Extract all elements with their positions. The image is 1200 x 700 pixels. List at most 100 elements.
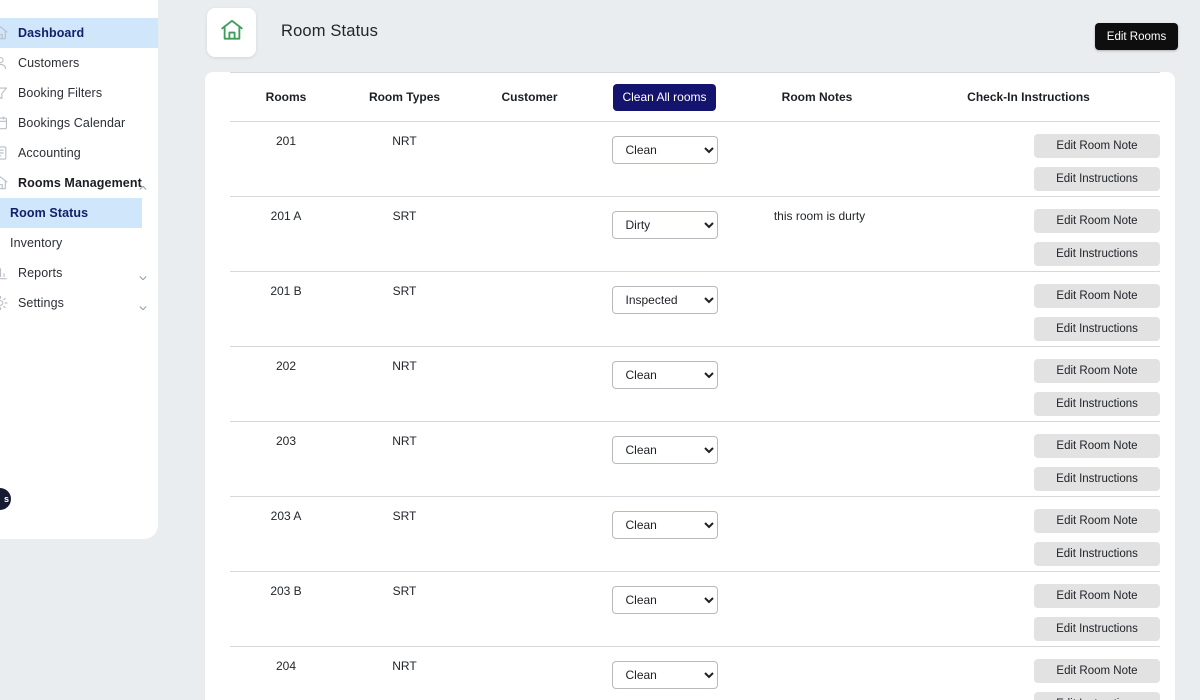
chevron-down-icon[interactable] [138,273,148,283]
sidebar-item-label: Settings [18,296,64,310]
cell-room-type: NRT [342,346,467,422]
cell-room-number: 201 A [230,196,342,272]
sidebar-item-room-status[interactable]: Room Status [0,198,142,228]
cell-room-type: NRT [342,121,467,197]
room-status-select[interactable]: CleanDirtyInspected [611,436,718,464]
room-status-select[interactable]: CleanDirtyInspected [611,211,718,239]
sidebar-item-label: Dashboard [18,26,85,40]
cell-room-note [737,271,897,347]
row-action-group: Edit Room Note Edit Instructions [898,284,1160,341]
table-row: 203 ASRT CleanDirtyInspected Edit Room Not… [230,496,1160,572]
edit-instructions-button[interactable]: Edit Instructions [1034,317,1160,341]
room-status-select[interactable]: CleanDirtyInspected [611,511,718,539]
filter-icon [0,85,9,102]
edit-instructions-button[interactable]: Edit Instructions [1034,542,1160,566]
row-action-group: Edit Room Note Edit Instructions [898,509,1160,566]
cell-customer [467,196,592,272]
edit-instructions-button[interactable]: Edit Instructions [1034,617,1160,641]
row-action-group: Edit Room Note Edit Instructions [898,359,1160,416]
edit-room-note-button[interactable]: Edit Room Note [1034,584,1160,608]
cell-customer [467,121,592,197]
cell-customer [467,571,592,647]
sidebar: Dashboard Customers Booking Filters Booking… [0,0,158,539]
sidebar-item-label: Accounting [18,146,81,160]
room-status-select[interactable]: CleanDirtyInspected [611,136,718,164]
cell-status: CleanDirtyInspected [592,496,737,572]
home-icon [0,175,9,192]
sidebar-item-customers[interactable]: Customers [0,48,158,78]
cell-status: CleanDirtyInspected [592,646,737,700]
home-icon [0,25,9,42]
edit-instructions-button[interactable]: Edit Instructions [1034,392,1160,416]
column-header-status: Clean All rooms [592,72,737,122]
edit-room-note-button[interactable]: Edit Room Note [1034,509,1160,533]
cell-actions: Edit Room Note Edit Instructions [897,571,1160,647]
room-status-card: Rooms Room Types Customer Clean All room… [205,72,1175,700]
cell-room-type: SRT [342,271,467,347]
cell-status: CleanDirtyInspected [592,346,737,422]
cell-status: CleanDirtyInspected [592,571,737,647]
sidebar-item-settings[interactable]: Settings [0,288,158,318]
cell-status: CleanDirtyInspected [592,121,737,197]
table-row: 203NRTCleanDirtyInspectedEdit Room NoteE… [230,421,1160,497]
edit-instructions-button[interactable]: Edit Instructions [1034,692,1160,700]
cell-actions: Edit Room Note Edit Instructions [897,271,1160,347]
clean-all-rooms-button[interactable]: Clean All rooms [613,83,716,111]
sidebar-item-label: Booking Filters [18,86,103,100]
cell-room-type: SRT [342,571,467,647]
table-header-row: Rooms Room Types Customer Clean All room… [230,72,1160,122]
cell-room-type: SRT [342,196,467,272]
edit-rooms-button[interactable]: Edit Rooms [1095,23,1178,50]
chevron-down-icon[interactable] [138,303,148,313]
row-action-group: Edit Room Note Edit Instructions [898,134,1160,191]
cell-customer [467,496,592,572]
sidebar-item-rooms-management[interactable]: Rooms Management [0,168,158,198]
cell-room-note [737,421,897,497]
edit-room-note-button[interactable]: Edit Room Note [1034,659,1160,683]
cell-status: CleanDirtyInspected [592,271,737,347]
cell-room-type: SRT [342,496,467,572]
cell-room-type: NRT [342,646,467,700]
room-status-select[interactable]: CleanDirtyInspected [611,361,718,389]
cell-actions: Edit Room Note Edit Instructions [897,496,1160,572]
sidebar-item-bookings-calendar[interactable]: Bookings Calendar [0,108,158,138]
cell-room-note [737,496,897,572]
sidebar-item-booking-filters[interactable]: Booking Filters [0,78,158,108]
edit-room-note-button[interactable]: Edit Room Note [1034,359,1160,383]
sidebar-item-reports[interactable]: Reports [0,258,158,288]
cell-room-note [737,646,897,700]
edit-room-note-button[interactable]: Edit Room Note [1034,134,1160,158]
chevron-up-icon[interactable] [138,183,148,193]
sidebar-item-accounting[interactable]: Accounting [0,138,158,168]
cell-customer [467,271,592,347]
table-body: 201NRTCleanDirtyInspectedEdit Room NoteE… [230,121,1160,700]
sidebar-item-dashboard[interactable]: Dashboard [0,18,158,48]
sidebar-item-label: Inventory [10,236,63,250]
cell-room-number: 201 [230,121,342,197]
edit-room-note-button[interactable]: Edit Room Note [1034,284,1160,308]
cell-room-note [737,121,897,197]
column-header-checkin: Check-In Instructions [897,72,1160,122]
room-status-select[interactable]: CleanDirtyInspected [611,661,718,689]
edit-instructions-button[interactable]: Edit Instructions [1034,242,1160,266]
gear-icon [0,295,9,312]
sidebar-item-label: Customers [18,56,80,70]
home-icon-card[interactable] [207,8,256,57]
edit-room-note-button[interactable]: Edit Room Note [1034,209,1160,233]
cell-room-note [737,571,897,647]
edit-room-note-button[interactable]: Edit Room Note [1034,434,1160,458]
row-action-group: Edit Room Note Edit Instructions [898,434,1160,491]
cell-room-number: 203 B [230,571,342,647]
cell-room-type: NRT [342,421,467,497]
edit-instructions-button[interactable]: Edit Instructions [1034,467,1160,491]
room-status-select[interactable]: CleanDirtyInspected [611,586,718,614]
column-header-room-types: Room Types [342,72,467,122]
book-icon [0,145,9,162]
table-row: 201NRTCleanDirtyInspectedEdit Room NoteE… [230,121,1160,197]
sidebar-item-inventory[interactable]: Inventory [0,228,158,258]
edit-instructions-button[interactable]: Edit Instructions [1034,167,1160,191]
cell-room-number: 204 [230,646,342,700]
room-status-select[interactable]: CleanDirtyInspected [611,286,718,314]
column-header-room-notes: Room Notes [737,72,897,122]
cell-room-number: 201 B [230,271,342,347]
